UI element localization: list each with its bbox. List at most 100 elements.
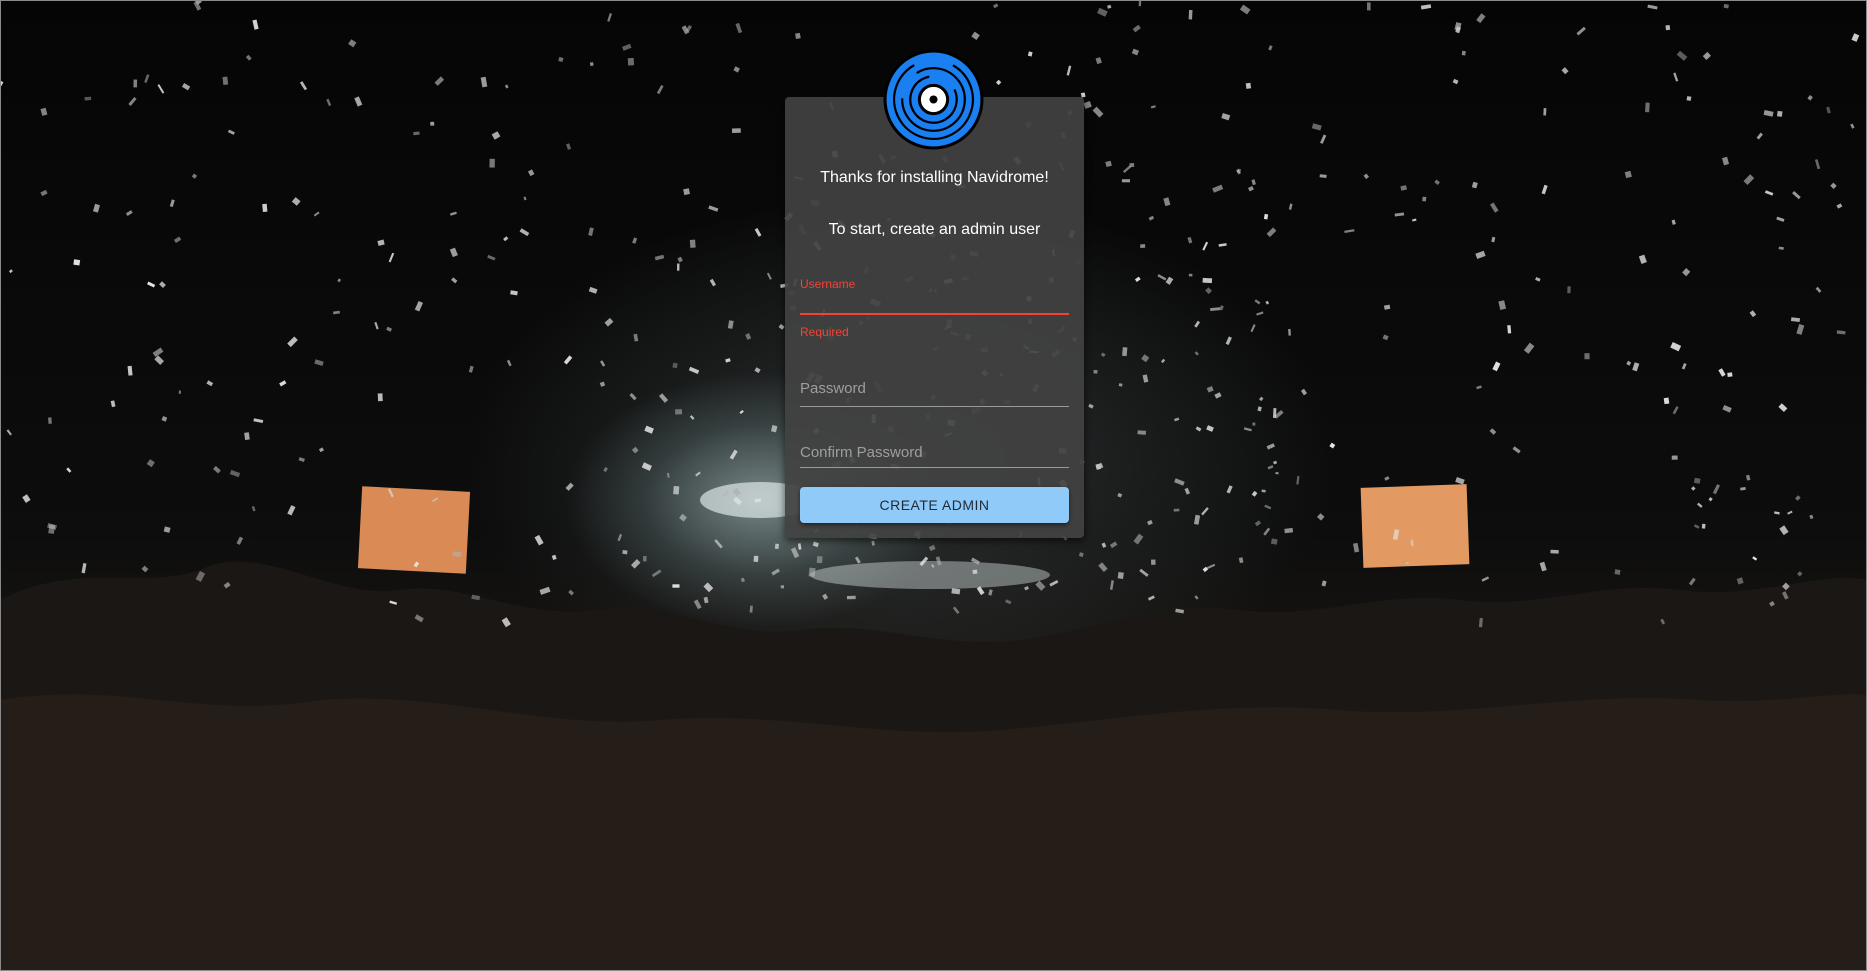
confetti-piece: [1523, 342, 1535, 354]
confetti-piece: [644, 425, 654, 434]
confetti-piece: [599, 381, 606, 387]
confetti-piece: [727, 320, 734, 329]
confetti-piece: [1671, 219, 1676, 225]
username-field[interactable]: Username Required: [800, 277, 1069, 339]
confetti-piece: [1187, 236, 1193, 244]
confetti-piece: [1160, 358, 1166, 364]
confetti-piece: [480, 76, 488, 88]
confetti-piece: [1210, 307, 1221, 311]
confetti-piece: [771, 568, 780, 576]
confetti-piece: [672, 362, 678, 369]
confetti-piece: [1756, 132, 1763, 140]
confetti-piece: [0, 80, 4, 90]
username-required-helper: Required: [800, 325, 849, 339]
confetti-piece: [1836, 203, 1843, 209]
confetti-piece: [1133, 533, 1144, 545]
confetti-piece: [1736, 577, 1744, 585]
confetti-piece: [527, 169, 535, 177]
confetti-piece: [871, 540, 875, 546]
confetti-piece: [1420, 4, 1432, 10]
confetti-piece: [1194, 351, 1199, 356]
confetti-piece: [1250, 324, 1256, 333]
confetti-piece: [1267, 465, 1274, 470]
confetti-piece: [133, 79, 138, 88]
confetti-piece: [1319, 174, 1327, 178]
password-label: Password: [800, 380, 866, 397]
confetti-piece: [627, 57, 635, 66]
confetti-piece: [147, 281, 156, 288]
confetti-piece: [1614, 569, 1621, 575]
confetti-piece: [253, 418, 264, 424]
confetti-piece: [1300, 388, 1308, 396]
confetti-piece: [1248, 185, 1254, 192]
confetti-piece: [1275, 471, 1279, 475]
confetti-piece: [1688, 577, 1696, 586]
confetti-piece: [377, 393, 383, 402]
confetti-piece: [1226, 485, 1233, 494]
confetti-piece: [354, 96, 363, 107]
confetti-piece: [995, 79, 1002, 86]
confetti-piece: [854, 556, 861, 564]
confetti-piece: [1701, 523, 1706, 529]
confetti-piece: [1807, 95, 1813, 101]
confetti-piece: [1132, 24, 1141, 33]
confetti-piece: [1151, 559, 1156, 565]
confirm-password-field[interactable]: Confirm Password: [800, 444, 1069, 474]
confetti-piece: [1311, 123, 1322, 131]
confetti-piece: [1093, 369, 1098, 374]
confetti-piece: [1117, 571, 1124, 580]
confetti-piece: [434, 76, 445, 86]
confetti-piece: [770, 425, 778, 433]
confetti-piece: [641, 462, 652, 471]
confetti-piece: [1138, 0, 1142, 7]
confetti-piece: [1035, 580, 1046, 591]
confetti-piece: [1165, 276, 1174, 285]
confetti-piece: [1202, 241, 1209, 251]
confetti-piece: [1147, 595, 1155, 601]
confetti-piece: [633, 333, 639, 342]
confetti-piece: [173, 236, 182, 243]
confetti-piece: [1693, 524, 1700, 529]
confetti-piece: [1491, 236, 1496, 243]
confetti-piece: [181, 83, 191, 91]
confetti-piece: [1296, 475, 1300, 485]
confetti-piece: [1476, 13, 1486, 24]
confetti-piece: [992, 3, 999, 9]
create-admin-button[interactable]: CREATE ADMIN: [800, 487, 1069, 523]
confetti-piece: [40, 189, 48, 197]
confetti-piece: [388, 252, 395, 263]
password-underline: [800, 406, 1069, 407]
confetti-piece: [1809, 514, 1814, 520]
confetti-piece: [1118, 383, 1123, 387]
confetti-piece: [73, 259, 81, 266]
confetti-piece: [1266, 443, 1275, 450]
confetti-piece: [1027, 51, 1033, 57]
password-field[interactable]: Password: [800, 380, 1069, 410]
confetti-piece: [178, 390, 181, 394]
confetti-piece: [689, 415, 695, 420]
confetti-piece: [1686, 96, 1692, 101]
confetti-piece: [1723, 3, 1729, 9]
confetti-piece: [8, 269, 13, 274]
confetti-piece: [1778, 403, 1788, 413]
confetti-piece: [291, 197, 301, 206]
confetti-piece: [689, 239, 696, 248]
confetti-piece: [1672, 406, 1679, 415]
confetti-piece: [110, 400, 116, 408]
confetti-piece: [468, 365, 474, 373]
confetti-piece: [1129, 163, 1135, 168]
confetti-piece: [1507, 325, 1512, 334]
confetti-piece: [1795, 495, 1801, 501]
confetti-piece: [1836, 330, 1846, 335]
confetti-piece: [1344, 229, 1355, 233]
confetti-piece: [816, 556, 823, 564]
confetti-piece: [489, 158, 495, 168]
confetti-piece: [503, 236, 509, 242]
confetti-piece: [1092, 106, 1104, 118]
confetti-piece: [1252, 422, 1256, 426]
confetti-piece: [313, 211, 320, 217]
confetti-piece: [673, 486, 680, 495]
confetti-piece: [1787, 510, 1793, 515]
confetti-piece: [1117, 492, 1123, 498]
confetti-piece: [1100, 352, 1106, 358]
